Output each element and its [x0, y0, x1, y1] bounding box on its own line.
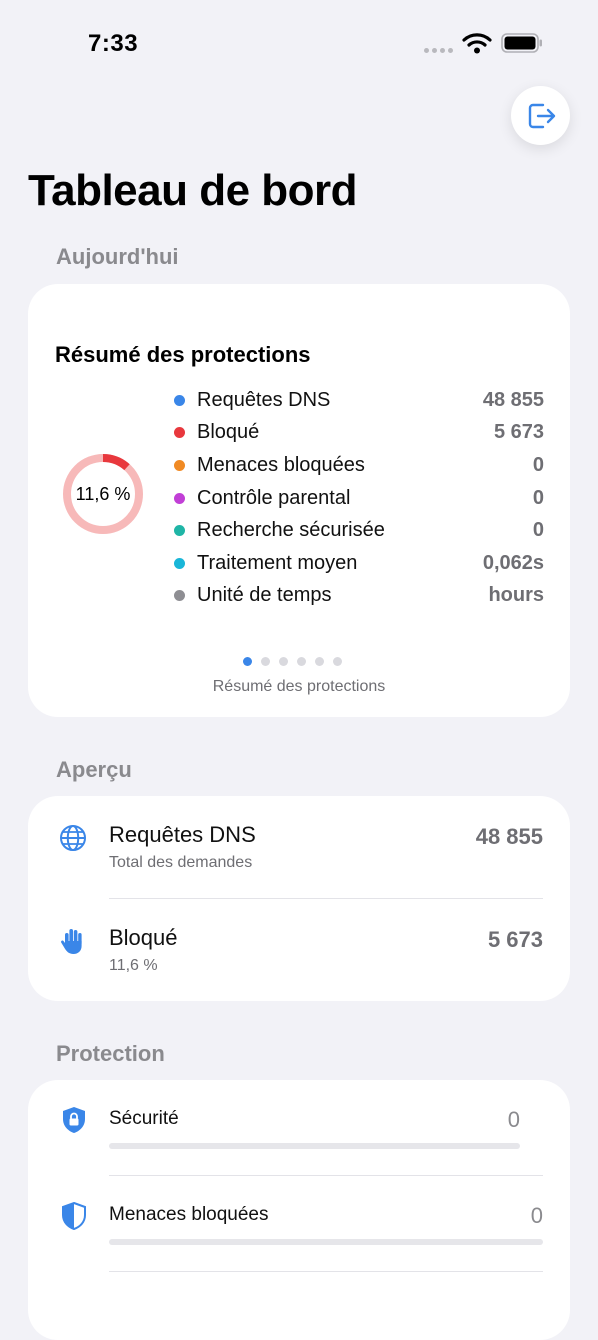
lock-shield-icon: [63, 1107, 85, 1133]
overview-subtitle: 11,6 %: [109, 957, 158, 974]
overview-title: Bloqué: [109, 925, 178, 950]
legend-label: Contrôle parental: [197, 486, 351, 509]
overview-row-blocked[interactable]: Bloqué 11,6 % 5 673: [28, 899, 570, 999]
legend-item: Unité de temps hours: [174, 580, 544, 613]
legend-label: Requêtes DNS: [197, 388, 331, 411]
legend-dot: [174, 459, 185, 471]
legend-dot: [174, 525, 185, 537]
legend-label: Menaces bloquées: [197, 453, 365, 476]
legend-item: Traitement moyen 0,062s: [174, 547, 544, 580]
page-dot[interactable]: [333, 657, 342, 666]
section-header-protection: Protection: [56, 1041, 165, 1066]
protection-row-threats-blocked[interactable]: Menaces bloquées 0: [28, 1176, 570, 1272]
legend-item: Requêtes DNS 48 855: [174, 384, 544, 417]
overview-subtitle: Total des demandes: [109, 854, 253, 871]
logout-button[interactable]: [511, 86, 570, 145]
protection-card: Sécurité 0 Menaces bloquées 0: [28, 1080, 570, 1340]
legend-dot: [174, 427, 185, 439]
status-bar: 7:33: [0, 0, 598, 90]
wifi-icon: [462, 33, 492, 54]
legend-value: 48 855: [482, 388, 544, 411]
summary-title: Résumé des protections: [55, 342, 311, 367]
legend-dot: [174, 590, 185, 602]
overview-row-dns-requests[interactable]: Requêtes DNS Total des demandes 48 855: [28, 796, 570, 896]
legend-label: Unité de temps: [197, 584, 332, 607]
page-dot[interactable]: [261, 657, 270, 666]
legend-value: 0: [532, 453, 544, 476]
legend-item: Recherche sécurisée 0: [174, 514, 544, 547]
legend-dot: [174, 492, 185, 504]
legend-item: Menaces bloquées 0: [174, 449, 544, 482]
battery-icon: [501, 33, 542, 53]
legend-label: Recherche sécurisée: [197, 519, 385, 542]
overview-value: 48 855: [475, 824, 543, 849]
overview-title: Requêtes DNS: [109, 822, 256, 847]
page-dot[interactable]: [315, 657, 324, 666]
legend: Requêtes DNS 48 855 Bloqué 5 673 Menaces b…: [174, 384, 544, 612]
globe-icon: [60, 825, 86, 851]
status-time: 7:33: [88, 30, 139, 57]
donut-percentage: 11,6 %: [75, 483, 131, 504]
legend-value: 0: [532, 519, 544, 542]
protection-progress-track: [109, 1143, 520, 1149]
legend-value: 5 673: [493, 421, 544, 444]
divider: [109, 1271, 543, 1272]
legend-dot: [174, 394, 185, 406]
legend-dot: [174, 557, 185, 569]
page-dot[interactable]: [279, 657, 288, 666]
page-dot[interactable]: [297, 657, 306, 666]
legend-label: Traitement moyen: [197, 551, 358, 574]
section-header-overview: Aperçu: [56, 757, 132, 782]
protection-label: Menaces bloquées: [109, 1204, 269, 1225]
legend-label: Bloqué: [197, 421, 260, 444]
legend-item: Contrôle parental 0: [174, 482, 544, 515]
protection-row-security[interactable]: Sécurité 0: [28, 1080, 570, 1176]
logout-icon: [528, 103, 555, 128]
section-header-today: Aujourd'hui: [56, 244, 179, 269]
legend-value: hours: [488, 584, 544, 607]
legend-value: 0: [532, 486, 544, 509]
page-caption: Résumé des protections: [212, 678, 386, 695]
hand-icon: [61, 929, 82, 954]
overview-value: 5 673: [487, 927, 543, 952]
overview-card: Requêtes DNS Total des demandes 48 855 B…: [28, 796, 570, 1001]
page-dot[interactable]: [243, 657, 252, 666]
protection-summary-card[interactable]: Résumé des protections 11,6 % Requêtes D…: [28, 284, 570, 717]
signal-dots-icon: [424, 48, 453, 53]
shield-icon: [62, 1202, 86, 1230]
page-title: Tableau de bord: [28, 166, 358, 215]
legend-value: 0,062s: [482, 551, 544, 574]
protection-value: 0: [530, 1203, 543, 1228]
protection-progress-track: [109, 1239, 543, 1245]
legend-item: Bloqué 5 673: [174, 417, 544, 450]
protection-value: 0: [507, 1107, 520, 1132]
protection-label: Sécurité: [109, 1108, 179, 1129]
page-indicator[interactable]: [243, 657, 342, 666]
